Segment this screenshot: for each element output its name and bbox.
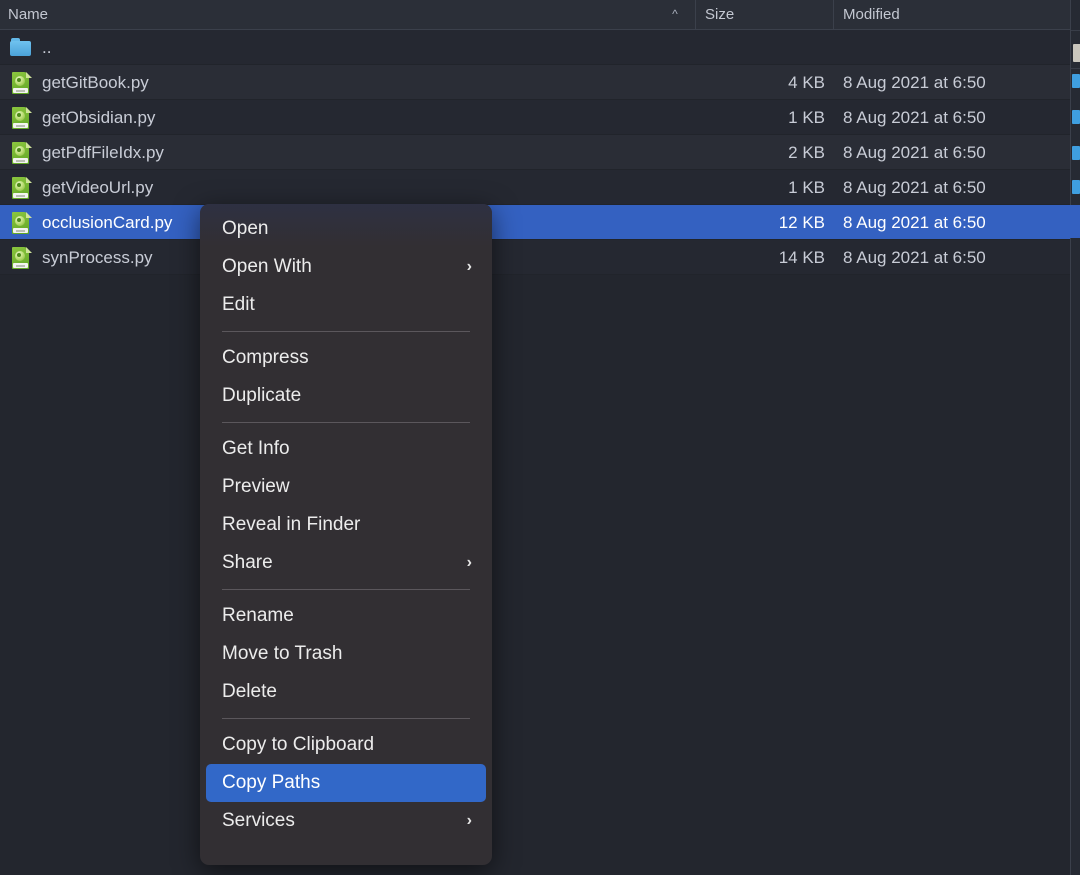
sliver-blue-chip: [1072, 180, 1080, 194]
file-row[interactable]: synProcess.py 14 KB 8 Aug 2021 at 6:50: [0, 240, 1070, 275]
file-modified: 8 Aug 2021 at 6:50: [843, 205, 986, 240]
file-list: ..getGitBook.py4 KB8 Aug 2021 at 6:50get…: [0, 30, 1070, 875]
file-name: ..: [42, 30, 51, 65]
menu-item-label: Rename: [222, 605, 294, 626]
sliver-rule: [1071, 30, 1080, 31]
file-browser-pane: Name ^ Size Modified ..getGitBook.py 4 KB…: [0, 0, 1070, 875]
file-size: 12 KB: [620, 205, 825, 240]
menu-item-delete[interactable]: Delete: [206, 673, 486, 711]
menu-item-compress[interactable]: Compress: [206, 339, 486, 377]
file-modified: 8 Aug 2021 at 6:50: [843, 100, 986, 135]
file-name: occlusionCard.py: [42, 205, 172, 240]
menu-item-label: Share: [222, 552, 273, 573]
sort-ascending-icon[interactable]: ^: [665, 0, 685, 29]
file-row[interactable]: ..: [0, 30, 1070, 65]
sliver-selected-row: [1070, 205, 1080, 238]
chevron-right-icon: ›: [467, 248, 472, 286]
python-file-icon: [10, 177, 32, 199]
menu-item-label: Edit: [222, 294, 255, 315]
python-file-icon: [10, 107, 32, 129]
menu-item-label: Compress: [222, 347, 309, 368]
file-name: getPdfFileIdx.py: [42, 135, 164, 170]
menu-item-label: Services: [222, 810, 295, 831]
sliver-blue-chip: [1072, 146, 1080, 160]
menu-item-open-with[interactable]: Open With ›: [206, 248, 486, 286]
file-row[interactable]: getGitBook.py 4 KB 8 Aug 2021 at 6:50: [0, 65, 1070, 100]
file-row[interactable]: occlusionCard.py 12 KB 8 Aug 2021 at 6:50: [0, 205, 1070, 240]
file-modified: 8 Aug 2021 at 6:50: [843, 65, 986, 100]
column-divider-size-modified[interactable]: [833, 0, 834, 29]
context-menu-items: Open Open With › Edit Compress Duplicate Get I…: [200, 210, 492, 840]
python-file-icon: [10, 142, 32, 164]
python-file-icon: [10, 212, 32, 234]
folder-icon: [10, 37, 32, 59]
menu-item-label: Preview: [222, 476, 290, 497]
python-file-icon: [10, 247, 32, 269]
menu-item-copy-paths[interactable]: Copy Paths: [206, 764, 486, 802]
file-name: getObsidian.py: [42, 100, 155, 135]
menu-separator: [222, 589, 470, 590]
file-modified: 8 Aug 2021 at 6:50: [843, 135, 986, 170]
sliver-rule: [1071, 68, 1080, 69]
menu-item-get-info[interactable]: Get Info: [206, 430, 486, 468]
menu-item-reveal-in-finder[interactable]: Reveal in Finder: [206, 506, 486, 544]
file-size: 1 KB: [620, 100, 825, 135]
menu-item-label: Get Info: [222, 438, 290, 459]
chevron-right-icon: ›: [467, 544, 472, 582]
menu-item-move-to-trash[interactable]: Move to Trash: [206, 635, 486, 673]
column-header-size[interactable]: Size: [705, 0, 734, 29]
file-size: 1 KB: [620, 170, 825, 205]
menu-item-edit[interactable]: Edit: [206, 286, 486, 324]
context-menu: Open Open With › Edit Compress Duplicate Get I…: [200, 204, 492, 865]
file-size: 2 KB: [620, 135, 825, 170]
column-header-name[interactable]: Name: [8, 0, 48, 29]
file-name: getVideoUrl.py: [42, 170, 153, 205]
sliver-blue-chip: [1072, 74, 1080, 88]
menu-item-label: Open With: [222, 256, 312, 277]
menu-item-copy-to-clipboard[interactable]: Copy to Clipboard: [206, 726, 486, 764]
column-header-modified[interactable]: Modified: [843, 0, 900, 29]
menu-item-label: Duplicate: [222, 385, 301, 406]
menu-item-label: Move to Trash: [222, 643, 342, 664]
menu-separator: [222, 331, 470, 332]
menu-item-label: Copy Paths: [222, 772, 320, 793]
menu-item-open[interactable]: Open: [206, 210, 486, 248]
adjacent-panel-sliver: [1070, 0, 1080, 875]
menu-item-preview[interactable]: Preview: [206, 468, 486, 506]
menu-item-services[interactable]: Services ›: [206, 802, 486, 840]
chevron-right-icon: ›: [467, 802, 472, 840]
menu-item-label: Copy to Clipboard: [222, 734, 374, 755]
file-row[interactable]: getObsidian.py 1 KB 8 Aug 2021 at 6:50: [0, 100, 1070, 135]
file-size: 14 KB: [620, 240, 825, 275]
file-row[interactable]: getVideoUrl.py 1 KB 8 Aug 2021 at 6:50: [0, 170, 1070, 205]
file-size: 4 KB: [620, 65, 825, 100]
sliver-light-chip: [1073, 44, 1080, 62]
file-modified: 8 Aug 2021 at 6:50: [843, 240, 986, 275]
menu-item-label: Open: [222, 218, 268, 239]
menu-item-label: Delete: [222, 681, 277, 702]
file-row[interactable]: getPdfFileIdx.py 2 KB 8 Aug 2021 at 6:50: [0, 135, 1070, 170]
column-header-row: Name ^ Size Modified: [0, 0, 1070, 30]
menu-separator: [222, 718, 470, 719]
menu-item-duplicate[interactable]: Duplicate: [206, 377, 486, 415]
menu-separator: [222, 422, 470, 423]
menu-item-rename[interactable]: Rename: [206, 597, 486, 635]
file-name: synProcess.py: [42, 240, 153, 275]
pane-divider[interactable]: [1070, 0, 1071, 875]
column-divider-name-size[interactable]: [695, 0, 696, 29]
file-name: getGitBook.py: [42, 65, 149, 100]
menu-item-label: Reveal in Finder: [222, 514, 360, 535]
sliver-blue-chip: [1072, 110, 1080, 124]
file-modified: 8 Aug 2021 at 6:50: [843, 170, 986, 205]
menu-item-share[interactable]: Share ›: [206, 544, 486, 582]
python-file-icon: [10, 72, 32, 94]
